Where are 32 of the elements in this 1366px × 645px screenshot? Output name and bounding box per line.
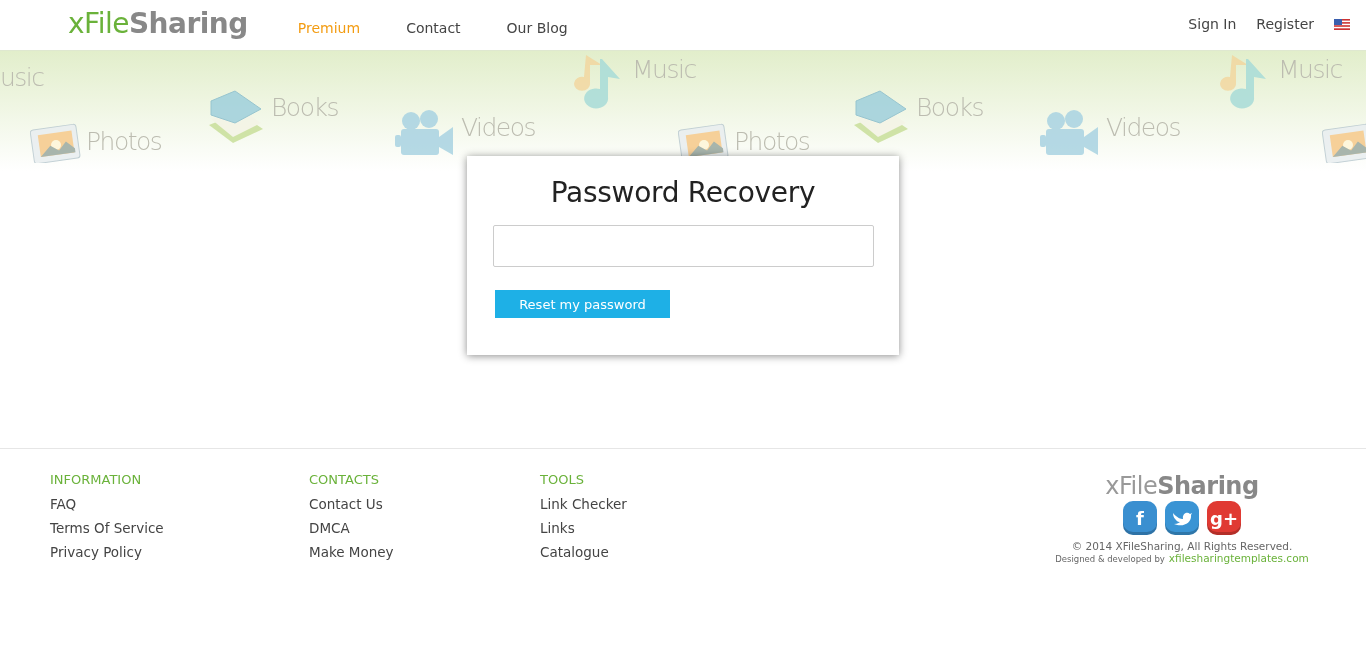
- column-heading: INFORMATION: [50, 472, 143, 489]
- column-heading: TOOLS: [540, 472, 585, 489]
- footer-link[interactable]: FAQ: [50, 496, 309, 514]
- nav-link[interactable]: Our Blog: [506, 20, 568, 36]
- account-link[interactable]: Sign In: [1188, 16, 1237, 32]
- logo[interactable]: xFileSharing: [68, 6, 248, 44]
- banner-label: Photos: [86, 129, 162, 154]
- account-link[interactable]: Register: [1256, 16, 1314, 32]
- nav-link[interactable]: Contact: [406, 20, 461, 36]
- footer-link[interactable]: Privacy Policy: [50, 544, 309, 562]
- footer-link[interactable]: Make Money: [309, 544, 540, 562]
- bird-icon[interactable]: [1165, 501, 1199, 535]
- bird-glyph: [1172, 510, 1192, 526]
- social-button[interactable]: g+: [1207, 501, 1241, 535]
- footer-logo[interactable]: xFileSharing: [1105, 472, 1259, 500]
- footer-link[interactable]: Catalogue: [540, 544, 627, 562]
- footer-link[interactable]: Contact Us: [309, 496, 540, 514]
- banner-label: Videos: [1106, 115, 1181, 140]
- banner-label: Books: [271, 95, 338, 120]
- footer-link[interactable]: Terms Of Service: [50, 520, 309, 538]
- footer-link[interactable]: DMCA: [309, 520, 540, 538]
- banner-label: Photos: [734, 129, 810, 154]
- flag-icon: [1334, 18, 1350, 30]
- copyright-text: © 2014 XFileSharing, All Rights Reserved.: [1071, 540, 1293, 552]
- credit-text: Designed & developed by: [1055, 554, 1165, 564]
- banner-label: Videos: [461, 115, 536, 140]
- column-heading: CONTACTS: [309, 472, 380, 489]
- footer-link[interactable]: Link Checker: [540, 496, 627, 514]
- input-field[interactable]: [493, 225, 874, 267]
- card-title: Password Recovery: [550, 176, 816, 209]
- banner-label: Books: [916, 95, 983, 120]
- footer-link[interactable]: Links: [540, 520, 627, 538]
